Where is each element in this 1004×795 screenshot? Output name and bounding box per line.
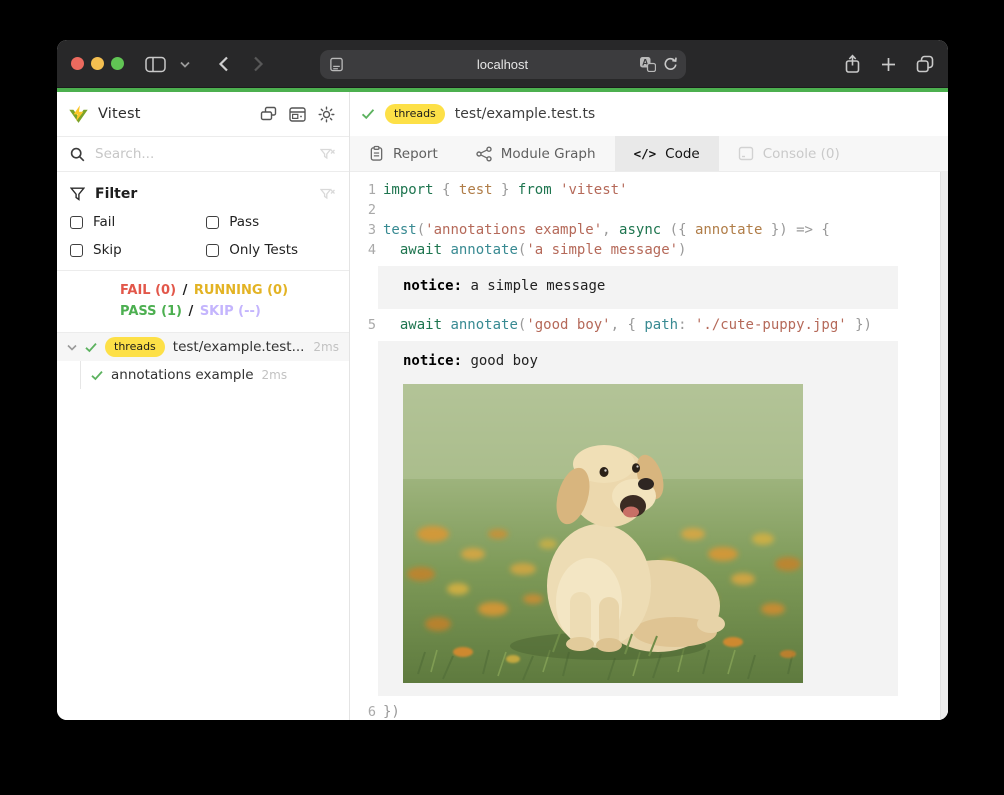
scrollbar[interactable]: [940, 172, 948, 720]
panels-icon[interactable]: [260, 106, 277, 122]
tab-overview-icon[interactable]: [916, 55, 934, 73]
back-button[interactable]: [218, 56, 229, 72]
sidebar-toggle-icon[interactable]: [145, 56, 166, 73]
main-panel: threads test/example.test.ts Report: [350, 92, 948, 720]
translate-icon[interactable]: A: [639, 56, 656, 72]
code-area: 1import { test } from 'vitest'23test('an…: [350, 172, 948, 720]
clear-search-icon[interactable]: [320, 148, 336, 161]
sidebar: Vitest: [57, 92, 350, 720]
theme-toggle-sun-icon[interactable]: [318, 106, 335, 123]
check-icon: [85, 342, 97, 353]
browser-toolbar: localhost A: [57, 40, 948, 88]
file-header: threads test/example.test.ts: [350, 92, 948, 136]
safari-window: localhost A: [57, 40, 948, 720]
check-icon: [361, 108, 375, 120]
tab-report[interactable]: Report: [350, 136, 457, 171]
skip-count: SKIP (--): [200, 304, 261, 319]
code-line-2: 2: [350, 200, 948, 220]
filter-section: Filter Fail Pass Skip Only Tests: [57, 172, 349, 271]
line-number: 5: [350, 315, 376, 335]
annotation-notice: notice: a simple message: [378, 266, 898, 309]
pool-badge: threads: [105, 337, 165, 357]
filter-option-only-tests[interactable]: Only Tests: [206, 242, 336, 258]
pool-badge: threads: [385, 104, 445, 124]
url-text: localhost: [320, 50, 686, 79]
traffic-lights: [71, 57, 124, 70]
file-path: test/example.test.ts: [455, 106, 595, 122]
run-summary: FAIL (0) / RUNNING (0) PASS (1) / SKIP (…: [57, 271, 349, 333]
code-line-5: 5 await annotate('good boy', { path: './…: [350, 315, 948, 335]
checkbox[interactable]: [206, 244, 219, 257]
line-number: 3: [350, 220, 376, 240]
test-duration: 2ms: [313, 340, 339, 354]
view-tabs: Report Module Graph </> Code: [350, 136, 948, 172]
chevron-down-icon[interactable]: [67, 344, 77, 351]
line-number: 1: [350, 180, 376, 200]
filter-option-pass[interactable]: Pass: [206, 214, 336, 230]
vitest-logo-icon: [68, 104, 89, 125]
app-title: Vitest: [98, 106, 141, 122]
test-file-name: test/example.test....: [173, 339, 306, 355]
checkbox[interactable]: [70, 216, 83, 229]
test-case-name: annotations example: [111, 367, 254, 383]
console-icon: [738, 146, 754, 161]
running-count: RUNNING (0): [194, 283, 288, 298]
code-line-6: 6}): [350, 702, 948, 720]
forward-button[interactable]: [253, 56, 264, 72]
filter-option-skip[interactable]: Skip: [70, 242, 206, 258]
tab-console[interactable]: Console (0): [719, 136, 859, 171]
chevron-down-icon[interactable]: [180, 61, 190, 68]
zoom-window-button[interactable]: [111, 57, 124, 70]
check-icon: [91, 370, 103, 381]
puppy-photo[interactable]: [403, 384, 803, 683]
test-file-row[interactable]: threads test/example.test.... 2ms: [57, 333, 349, 361]
fail-count: FAIL (0): [120, 283, 176, 298]
clear-filter-icon[interactable]: [320, 188, 336, 201]
pass-count: PASS (1): [120, 304, 182, 319]
checkbox[interactable]: [70, 244, 83, 257]
code-line-1: 1import { test } from 'vitest': [350, 180, 948, 200]
code-icon: </>: [634, 146, 657, 161]
report-icon: [369, 145, 384, 162]
test-duration: 2ms: [262, 368, 288, 382]
line-number: 6: [350, 702, 376, 720]
close-window-button[interactable]: [71, 57, 84, 70]
dashboard-icon[interactable]: [289, 107, 306, 122]
annotation-notice: notice: good boy: [378, 341, 898, 696]
search-icon: [70, 147, 85, 162]
line-number: 2: [350, 200, 376, 220]
test-case-row[interactable]: annotations example 2ms: [80, 361, 349, 389]
tab-module-graph[interactable]: Module Graph: [457, 136, 615, 171]
share-icon[interactable]: [844, 54, 861, 74]
filter-label: Filter: [95, 186, 310, 202]
tab-code[interactable]: </> Code: [615, 136, 719, 171]
module-graph-icon: [476, 146, 492, 162]
notice-label: notice:: [403, 278, 462, 294]
line-number: 4: [350, 240, 376, 260]
code-line-4: 4 await annotate('a simple message'): [350, 240, 948, 260]
minimize-window-button[interactable]: [91, 57, 104, 70]
checkbox[interactable]: [206, 216, 219, 229]
filter-funnel-icon: [70, 187, 85, 201]
filter-option-fail[interactable]: Fail: [70, 214, 206, 230]
new-tab-icon[interactable]: [881, 57, 896, 72]
vitest-app: Vitest: [57, 88, 948, 720]
code-line-3: 3test('annotations example', async ({ an…: [350, 220, 948, 240]
search-input[interactable]: [95, 146, 310, 162]
reload-icon[interactable]: [663, 56, 678, 72]
address-bar[interactable]: localhost A: [320, 50, 686, 79]
notice-label: notice:: [403, 353, 462, 369]
